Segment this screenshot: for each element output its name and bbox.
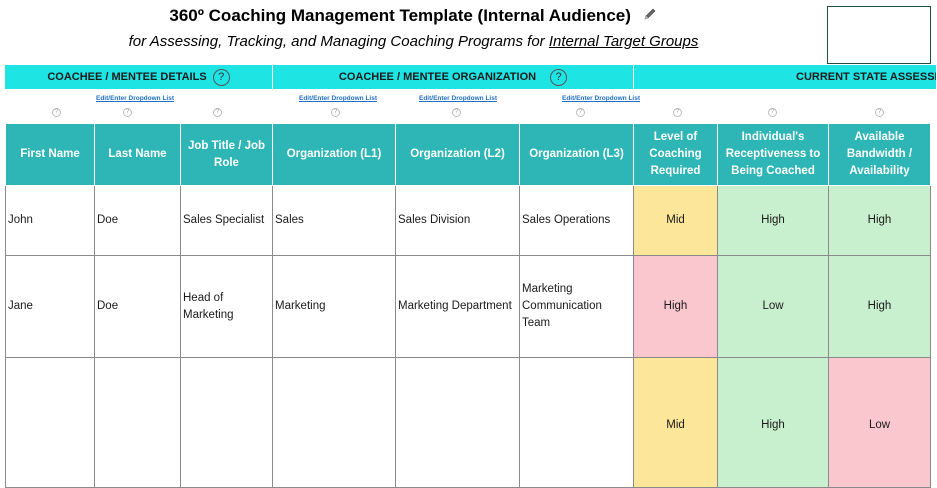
- cell-org-l1[interactable]: [272, 357, 396, 488]
- cell-last-name[interactable]: Doe: [94, 185, 181, 256]
- help-icon[interactable]: ?: [576, 108, 585, 117]
- subtitle-text: for Assessing, Tracking, and Managing Co…: [128, 33, 549, 50]
- cell-org-l3[interactable]: Sales Operations: [519, 185, 634, 256]
- section-label: COACHEE / MENTEE ORGANIZATION: [338, 71, 537, 83]
- pencil-icon[interactable]: [642, 6, 658, 27]
- cell-org-l2[interactable]: Marketing Department: [395, 255, 520, 358]
- subtitle-link: Internal Target Groups: [548, 33, 699, 50]
- help-icon[interactable]: ?: [331, 108, 340, 117]
- section-coachee-organization: COACHEE / MENTEE ORGANIZATION ?: [273, 65, 634, 89]
- col-header-org-l2: Organization (L2): [395, 123, 520, 186]
- cell-first-name[interactable]: [5, 357, 95, 488]
- cell-job-title[interactable]: [180, 357, 273, 488]
- cell-last-name[interactable]: Doe: [94, 255, 181, 358]
- col-header-coaching-level: Level of Coaching Required: [633, 123, 718, 186]
- cell-bandwidth[interactable]: High: [828, 185, 931, 256]
- cell-receptiveness[interactable]: High: [717, 185, 829, 256]
- help-icon[interactable]: ?: [875, 108, 884, 117]
- col-header-first-name: First Name: [5, 123, 95, 186]
- section-label: COACHEE / MENTEE DETAILS: [47, 71, 207, 83]
- edit-dropdown-link[interactable]: Edit/Enter Dropdown List: [96, 95, 174, 102]
- page-subtitle: for Assessing, Tracking, and Managing Co…: [0, 33, 827, 50]
- section-label: CURRENT STATE ASSESSMENT: [796, 71, 936, 83]
- cell-last-name[interactable]: [94, 357, 181, 488]
- help-icon[interactable]: ?: [52, 108, 61, 117]
- cell-org-l2[interactable]: [395, 357, 520, 488]
- help-icon[interactable]: ?: [213, 108, 222, 117]
- help-icon[interactable]: ?: [768, 108, 777, 117]
- cell-first-name[interactable]: John: [5, 185, 95, 256]
- cell-org-l3[interactable]: [519, 357, 634, 488]
- help-icon[interactable]: ?: [452, 108, 461, 117]
- cell-org-l1[interactable]: Sales: [272, 185, 396, 256]
- cell-job-title[interactable]: Sales Specialist: [180, 185, 273, 256]
- cell-coaching-level[interactable]: Mid: [633, 185, 718, 256]
- section-current-state: CURRENT STATE ASSESSMENT: [634, 65, 937, 89]
- col-header-last-name: Last Name: [94, 123, 181, 186]
- coaching-table: First Name Last Name Job Title / Job Rol…: [5, 123, 931, 488]
- cell-receptiveness[interactable]: Low: [717, 255, 829, 358]
- page-title: 360º Coaching Management Template (Inter…: [0, 6, 827, 27]
- col-header-org-l3: Organization (L3): [519, 123, 634, 186]
- table-row: John Doe Sales Specialist Sales Sales Di…: [5, 185, 931, 256]
- logo-placeholder: [827, 6, 931, 64]
- cell-first-name[interactable]: Jane: [5, 255, 95, 358]
- col-header-receptiveness: Individual's Receptiveness to Being Coac…: [717, 123, 829, 186]
- cell-bandwidth[interactable]: Low: [828, 357, 931, 488]
- cell-coaching-level[interactable]: Mid: [633, 357, 718, 488]
- help-icon[interactable]: ?: [123, 108, 132, 117]
- cell-coaching-level[interactable]: High: [633, 255, 718, 358]
- cell-org-l3[interactable]: Marketing Communication Team: [519, 255, 634, 358]
- edit-dropdown-link[interactable]: Edit/Enter Dropdown List: [299, 95, 377, 102]
- section-coachee-details: COACHEE / MENTEE DETAILS ?: [5, 65, 273, 89]
- cell-bandwidth[interactable]: High: [828, 255, 931, 358]
- help-icon[interactable]: ?: [212, 68, 230, 86]
- cell-org-l2[interactable]: Sales Division: [395, 185, 520, 256]
- table-row: Mid High Low: [5, 357, 931, 488]
- col-header-bandwidth: Available Bandwidth / Availability: [828, 123, 931, 186]
- help-icon[interactable]: ?: [673, 108, 682, 117]
- title-text: 360º Coaching Management Template (Inter…: [169, 6, 631, 25]
- table-row: Jane Doe Head of Marketing Marketing Mar…: [5, 255, 931, 358]
- help-icon[interactable]: ?: [550, 68, 568, 86]
- col-header-job-title: Job Title / Job Role: [180, 123, 273, 186]
- cell-org-l1[interactable]: Marketing: [272, 255, 396, 358]
- edit-dropdown-link[interactable]: Edit/Enter Dropdown List: [419, 95, 497, 102]
- header-row: First Name Last Name Job Title / Job Rol…: [5, 123, 931, 186]
- edit-dropdown-link[interactable]: Edit/Enter Dropdown List: [562, 95, 640, 102]
- cell-job-title[interactable]: Head of Marketing: [180, 255, 273, 358]
- cell-receptiveness[interactable]: High: [717, 357, 829, 488]
- col-header-org-l1: Organization (L1): [272, 123, 396, 186]
